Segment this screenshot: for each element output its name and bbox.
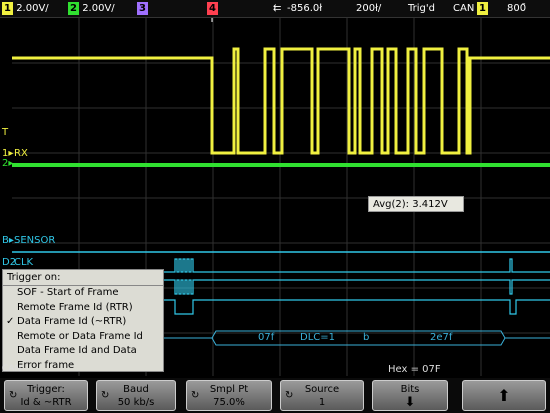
trigger-source: CAN [453, 3, 475, 14]
menu-option-remote-or-data[interactable]: Remote or Data Frame Id [3, 330, 163, 345]
sensor-marker: B▸ [2, 235, 14, 246]
rx-label: RX [14, 148, 28, 159]
time-offset[interactable]: -856.0ł [287, 0, 322, 17]
oscilloscope-screen: 1 2.00V/ 2 2.00V/ 3 4 ⇇ -856.0ł 200ł/ Tr… [0, 0, 550, 413]
menu-option-data-frame-and-data[interactable]: Data Frame Id and Data [3, 344, 163, 359]
menu-option-label: Error frame [17, 359, 75, 371]
ch2-marker: 2▸ [2, 158, 14, 169]
decode-id: 07f [258, 332, 275, 343]
ch1-indicator[interactable]: 1 2.00V/ [2, 0, 49, 17]
ch1-chip: 1 [2, 2, 13, 15]
menu-option-sof[interactable]: SOF - Start of Frame [3, 286, 163, 301]
average-measurement: Avg(2): 3.412V [368, 196, 464, 212]
trigger-status: Trig'd [408, 3, 435, 14]
ch3-chip: 3 [137, 2, 148, 15]
ch3-indicator[interactable]: 3 [137, 0, 148, 17]
bits-softkey[interactable]: Bits ⬇ [372, 380, 448, 411]
rotate-icon: ↻ [101, 390, 110, 401]
menu-option-error-frame[interactable]: Error frame [3, 359, 163, 374]
check-icon: ✓ [6, 316, 15, 327]
clk-label: CLK [14, 257, 34, 268]
sample-point-softkey[interactable]: ↻ Smpl Pt 75.0% [186, 380, 272, 411]
softkey-title: Smpl Pt [209, 384, 249, 395]
ch4-chip: 4 [207, 2, 218, 15]
ch1-scale: 2.00V/ [16, 3, 49, 14]
trigger-on-menu[interactable]: Trigger on: SOF - Start of Frame Remote … [2, 269, 164, 372]
rotate-icon: ↻ [9, 390, 18, 401]
trigger-softkey[interactable]: ↻ Trigger: Id & ~RTR [4, 380, 88, 411]
menu-option-label: Remote or Data Frame Id [17, 330, 143, 342]
source-softkey[interactable]: ↻ Source 1 [280, 380, 364, 411]
menu-option-remote-frame[interactable]: Remote Frame Id (RTR) [3, 301, 163, 316]
timebase[interactable]: 200ł/ [356, 0, 381, 17]
ch2-scale: 2.00V/ [82, 3, 115, 14]
status-bar: 1 2.00V/ 2 2.00V/ 3 4 ⇇ -856.0ł 200ł/ Tr… [0, 0, 550, 18]
menu-option-label: Data Frame Id and Data [17, 345, 137, 356]
ch2-indicator[interactable]: 2 2.00V/ [68, 0, 115, 17]
menu-option-label: Remote Frame Id (RTR) [17, 301, 133, 313]
menu-option-label: Data Frame Id (~RTR) [17, 316, 127, 327]
hex-readout: Hex = 07F [388, 364, 441, 375]
trigger-level-marker: T [2, 127, 9, 138]
ch4-indicator[interactable]: 4 [207, 0, 218, 17]
sensor-label: SENSOR [14, 235, 56, 246]
trigger-level[interactable]: 800̄ [507, 0, 526, 17]
trigger-position-icon: ⇇ [273, 3, 282, 14]
ch1-waveform [12, 47, 550, 155]
mode-label: CAN [2, 364, 22, 374]
softkey-value: 75.0% [213, 397, 245, 408]
decode-data: b [363, 332, 370, 343]
ch2-chip: 2 [68, 2, 79, 15]
menu-header: Trigger on: [3, 270, 163, 286]
down-arrow-icon: ⬇ [404, 395, 416, 410]
trigger-source-chip: 1 [477, 2, 488, 15]
decode-dlc: DLC=1 [300, 332, 335, 343]
rotate-icon: ↻ [191, 390, 200, 401]
menu-option-data-frame[interactable]: ✓ Data Frame Id (~RTR) [3, 315, 163, 330]
trigger-source-indicator: 1 [477, 0, 488, 17]
menu-option-label: SOF - Start of Frame [17, 287, 119, 298]
baud-softkey[interactable]: ↻ Baud 50 kb/s [96, 380, 176, 411]
up-arrow-icon: ⬆ [497, 386, 511, 405]
rotate-icon: ↻ [285, 390, 294, 401]
up-softkey[interactable]: ⬆ [462, 380, 546, 411]
decode-crc: 2e7f [430, 332, 453, 343]
